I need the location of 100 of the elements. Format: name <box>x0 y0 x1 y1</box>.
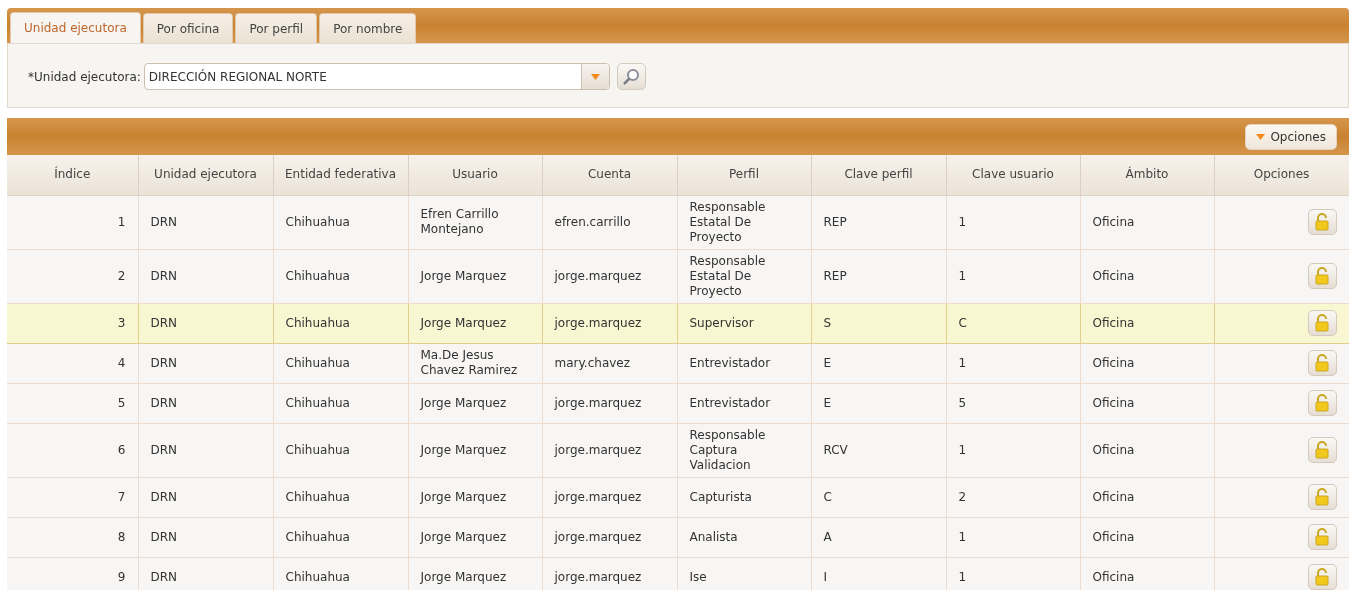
unlock-button[interactable] <box>1307 310 1337 336</box>
table-cell: Jorge Marquez <box>408 383 542 423</box>
table-cell: E <box>811 383 946 423</box>
table-cell: DRN <box>138 383 273 423</box>
table-cell: Chihuahua <box>273 343 408 383</box>
padlock-icon <box>1315 568 1329 586</box>
table-cell: Responsable Estatal De Proyecto <box>677 195 811 249</box>
table-cell: Chihuahua <box>273 477 408 517</box>
table-cell: DRN <box>138 477 273 517</box>
table-cell: Entrevistador <box>677 383 811 423</box>
table-cell: 1 <box>7 195 138 249</box>
table-cell: jorge.marquez <box>542 517 677 557</box>
table-cell: S <box>811 303 946 343</box>
table-cell: E <box>811 343 946 383</box>
table-cell: REP <box>811 195 946 249</box>
table-cell: 5 <box>7 383 138 423</box>
table-cell: Oficina <box>1080 303 1214 343</box>
padlock-icon <box>1315 314 1329 332</box>
table-cell: Supervisor <box>677 303 811 343</box>
table-cell: DRN <box>138 195 273 249</box>
tab[interactable]: Unidad ejecutora <box>10 12 141 43</box>
column-header[interactable]: Índice <box>7 155 138 195</box>
caret-icon <box>1256 133 1266 140</box>
table-cell: 4 <box>7 343 138 383</box>
table-cell: Jorge Marquez <box>408 517 542 557</box>
table-cell: 1 <box>946 423 1080 477</box>
table-cell: 1 <box>946 249 1080 303</box>
unlock-button[interactable] <box>1307 437 1337 463</box>
padlock-icon <box>1315 394 1329 412</box>
tab[interactable]: Por perfil <box>235 13 318 43</box>
table-cell: 2 <box>7 249 138 303</box>
table-cell: Jorge Marquez <box>408 303 542 343</box>
table-cell: jorge.marquez <box>542 249 677 303</box>
column-header[interactable]: Clave perfil <box>811 155 946 195</box>
unlock-button[interactable] <box>1307 564 1337 590</box>
table-cell: jorge.marquez <box>542 303 677 343</box>
field-label: *Unidad ejecutora: <box>28 69 141 86</box>
table-cell: Analista <box>677 517 811 557</box>
table-cell: Jorge Marquez <box>408 423 542 477</box>
table-cell: Oficina <box>1080 477 1214 517</box>
column-header[interactable]: Entidad federativa <box>273 155 408 195</box>
unlock-button[interactable] <box>1307 263 1337 289</box>
table-cell: Entrevistador <box>677 343 811 383</box>
table-cell: Oficina <box>1080 249 1214 303</box>
dropdown-caret-icon[interactable] <box>580 64 609 89</box>
unlock-button[interactable] <box>1307 350 1337 376</box>
search-icon <box>622 67 641 86</box>
column-header[interactable]: Clave usuario <box>946 155 1080 195</box>
table-cell: Chihuahua <box>273 383 408 423</box>
unlock-button[interactable] <box>1307 524 1337 550</box>
table-cell: 1 <box>946 517 1080 557</box>
table-cell: Oficina <box>1080 195 1214 249</box>
column-header[interactable]: Unidad ejecutora <box>138 155 273 195</box>
unlock-button[interactable] <box>1307 209 1337 235</box>
padlock-icon <box>1315 441 1329 459</box>
table-cell: Capturista <box>677 477 811 517</box>
tab[interactable]: Por oficina <box>142 13 234 43</box>
table-cell: Chihuahua <box>273 303 408 343</box>
unlock-button[interactable] <box>1307 484 1337 510</box>
column-header[interactable]: Usuario <box>408 155 542 195</box>
column-header[interactable]: Ámbito <box>1080 155 1214 195</box>
unlock-button[interactable] <box>1307 390 1337 416</box>
table-cell: Chihuahua <box>273 195 408 249</box>
table-cell: DRN <box>138 517 273 557</box>
table-cell: Oficina <box>1080 343 1214 383</box>
table-cell: mary.chavez <box>542 343 677 383</box>
column-header[interactable]: Cuenta <box>542 155 677 195</box>
options-button[interactable]: Opciones <box>1245 123 1337 150</box>
padlock-icon <box>1315 267 1329 285</box>
padlock-icon <box>1315 213 1329 231</box>
table-cell: C <box>946 303 1080 343</box>
tab[interactable]: Por nombre <box>319 13 417 43</box>
table-cell: C <box>811 477 946 517</box>
padlock-icon <box>1315 354 1329 372</box>
padlock-icon <box>1315 528 1329 546</box>
table-cell: Jorge Marquez <box>408 249 542 303</box>
table-cell: 8 <box>7 517 138 557</box>
table-cell: efren.carrillo <box>542 195 677 249</box>
table-cell: Chihuahua <box>273 423 408 477</box>
table-cell: Oficina <box>1080 423 1214 477</box>
search-button[interactable] <box>616 63 646 90</box>
table-cell: RCV <box>811 423 946 477</box>
table-cell: A <box>811 517 946 557</box>
table-cell: DRN <box>138 343 273 383</box>
table-cell: 3 <box>7 303 138 343</box>
table-cell: Ma.De Jesus Chavez Ramirez <box>408 343 542 383</box>
table-cell: Efren Carrillo Montejano <box>408 195 542 249</box>
table-cell: DRN <box>138 249 273 303</box>
table-cell: jorge.marquez <box>542 423 677 477</box>
table-cell: 5 <box>946 383 1080 423</box>
dropdown-field[interactable]: DIRECCIÓN REGIONAL NORTE <box>143 63 610 90</box>
table-cell: Chihuahua <box>273 249 408 303</box>
column-header[interactable]: Perfil <box>677 155 811 195</box>
table-cell: Jorge Marquez <box>408 477 542 517</box>
table-cell: 7 <box>7 477 138 517</box>
table-cell: Responsable Estatal De Proyecto <box>677 249 811 303</box>
table-cell: 6 <box>7 423 138 477</box>
table-cell: DRN <box>138 303 273 343</box>
table-cell: jorge.marquez <box>542 477 677 517</box>
table-cell: 2 <box>946 477 1080 517</box>
